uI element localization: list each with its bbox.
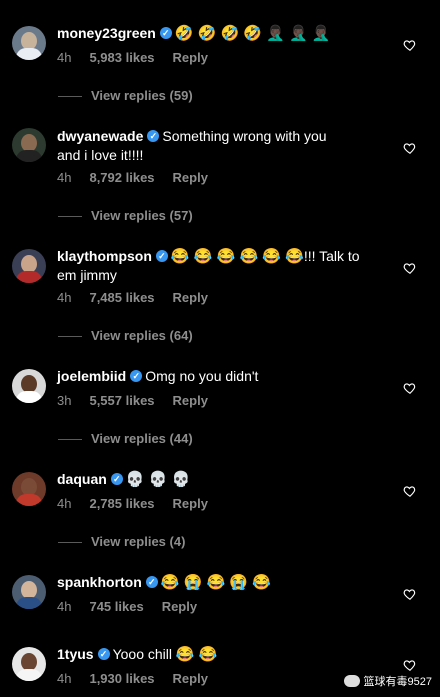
view-replies-link[interactable]: View replies (4) <box>58 534 185 549</box>
comment-text-line1: Yooo chill <box>112 646 172 662</box>
likes-count[interactable]: 745 likes <box>89 599 143 614</box>
comment-emoji: 🤣 🤣 🤣 🤣 🤦🏿‍♂️ 🤦🏿‍♂️ 🤦🏿‍♂️ <box>174 25 331 43</box>
comment-text: spankhorton ✓ 😂 😭 😂 😭 😂 <box>57 573 377 592</box>
username[interactable]: spankhorton <box>57 574 142 590</box>
comment-meta: 4h 745 likes Reply <box>57 599 215 614</box>
comment-meta: 4h 8,792 likes Reply <box>57 170 226 185</box>
comment-text: 1tyus ✓ Yooo chill 😂 😂 <box>57 645 377 664</box>
comment-text-line2: em jimmy <box>57 267 117 283</box>
avatar[interactable] <box>12 26 46 60</box>
divider <box>58 542 82 544</box>
avatar[interactable] <box>12 472 46 506</box>
comment-meta: 4h 1,930 likes Reply <box>57 671 226 686</box>
verified-badge-icon: ✓ <box>147 130 160 143</box>
comment-emoji: 💀 💀 💀 <box>125 471 191 489</box>
username[interactable]: klaythompson <box>57 248 152 264</box>
comment-meta: 4h 7,485 likes Reply <box>57 290 226 305</box>
divider <box>58 216 82 218</box>
comment-meta: 4h 2,785 likes Reply <box>57 496 226 511</box>
likes-count[interactable]: 5,557 likes <box>89 393 154 408</box>
comment-text-line1: !!! Talk to <box>303 248 360 264</box>
heart-icon[interactable] <box>403 141 417 155</box>
view-replies-label: View replies (4) <box>91 534 186 549</box>
likes-count[interactable]: 2,785 likes <box>89 496 154 511</box>
likes-count[interactable]: 8,792 likes <box>89 170 154 185</box>
timestamp: 3h <box>57 393 72 408</box>
reply-button[interactable]: Reply <box>173 50 208 65</box>
avatar[interactable] <box>12 369 46 403</box>
timestamp: 4h <box>57 599 72 614</box>
view-replies-label: View replies (59) <box>91 88 193 103</box>
username[interactable]: joelembiid <box>57 368 126 384</box>
avatar[interactable] <box>12 575 46 609</box>
divider <box>58 96 82 98</box>
view-replies-link[interactable]: View replies (57) <box>58 208 193 223</box>
verified-badge-icon: ✓ <box>130 370 143 383</box>
view-replies-label: View replies (64) <box>91 328 193 343</box>
watermark-text: 篮球有毒9527 <box>363 676 432 688</box>
heart-icon[interactable] <box>403 484 417 498</box>
comment-text: money23green ✓ 🤣 🤣 🤣 🤣 🤦🏿‍♂️ 🤦🏿‍♂️ 🤦🏿‍♂️ <box>57 24 377 43</box>
view-replies-label: View replies (57) <box>91 208 193 223</box>
divider <box>58 439 82 441</box>
likes-count[interactable]: 7,485 likes <box>89 290 154 305</box>
reply-button[interactable]: Reply <box>173 290 208 305</box>
comment-text: dwyanewade ✓ Something wrong with you and … <box>57 127 377 165</box>
timestamp: 4h <box>57 50 72 65</box>
view-replies-link[interactable]: View replies (59) <box>58 88 193 103</box>
comment-text: daquan ✓ 💀 💀 💀 <box>57 470 377 489</box>
heart-icon[interactable] <box>403 38 417 52</box>
view-replies-label: View replies (44) <box>91 431 193 446</box>
timestamp: 4h <box>57 496 72 511</box>
comment-emoji: 😂 😂 😂 😂 😂 😂 <box>170 248 304 266</box>
view-replies-link[interactable]: View replies (44) <box>58 431 193 446</box>
verified-badge-icon: ✓ <box>145 576 158 589</box>
likes-count[interactable]: 5,983 likes <box>89 50 154 65</box>
username[interactable]: 1tyus <box>57 646 94 662</box>
comment-text: klaythompson ✓ 😂 😂 😂 😂 😂 😂!!! Talk to em j… <box>57 247 377 285</box>
verified-badge-icon: ✓ <box>159 27 172 40</box>
verified-badge-icon: ✓ <box>97 648 110 661</box>
timestamp: 4h <box>57 170 72 185</box>
comment-text-line1: Something wrong with you <box>162 128 327 144</box>
comment-emoji: 😂 😂 <box>175 646 218 664</box>
reply-button[interactable]: Reply <box>173 393 208 408</box>
likes-count[interactable]: 1,930 likes <box>89 671 154 686</box>
username[interactable]: dwyanewade <box>57 128 143 144</box>
timestamp: 4h <box>57 290 72 305</box>
comment-emoji: 😂 😭 😂 😭 😂 <box>160 574 271 592</box>
divider <box>58 336 82 338</box>
reply-button[interactable]: Reply <box>162 599 197 614</box>
timestamp: 4h <box>57 671 72 686</box>
heart-icon[interactable] <box>403 261 417 275</box>
username[interactable]: daquan <box>57 471 107 487</box>
heart-icon[interactable] <box>403 381 417 395</box>
heart-icon[interactable] <box>403 587 417 601</box>
reply-button[interactable]: Reply <box>173 496 208 511</box>
avatar[interactable] <box>12 128 46 162</box>
comment-meta: 4h 5,983 likes Reply <box>57 50 226 65</box>
comment-text-line2: and i love it!!!! <box>57 147 144 163</box>
verified-badge-icon: ✓ <box>155 250 168 263</box>
watermark: 篮球有毒9527 <box>343 673 432 689</box>
heart-icon[interactable] <box>403 658 417 672</box>
avatar[interactable] <box>12 647 46 681</box>
verified-badge-icon: ✓ <box>110 473 123 486</box>
username[interactable]: money23green <box>57 25 156 41</box>
comment-text: joelembiid ✓ Omg no you didn't <box>57 367 377 386</box>
comment-text-line1: Omg no you didn't <box>145 368 259 384</box>
reply-button[interactable]: Reply <box>173 170 208 185</box>
reply-button[interactable]: Reply <box>173 671 208 686</box>
wechat-icon <box>343 675 360 687</box>
comment-meta: 3h 5,557 likes Reply <box>57 393 226 408</box>
avatar[interactable] <box>12 249 46 283</box>
view-replies-link[interactable]: View replies (64) <box>58 328 193 343</box>
